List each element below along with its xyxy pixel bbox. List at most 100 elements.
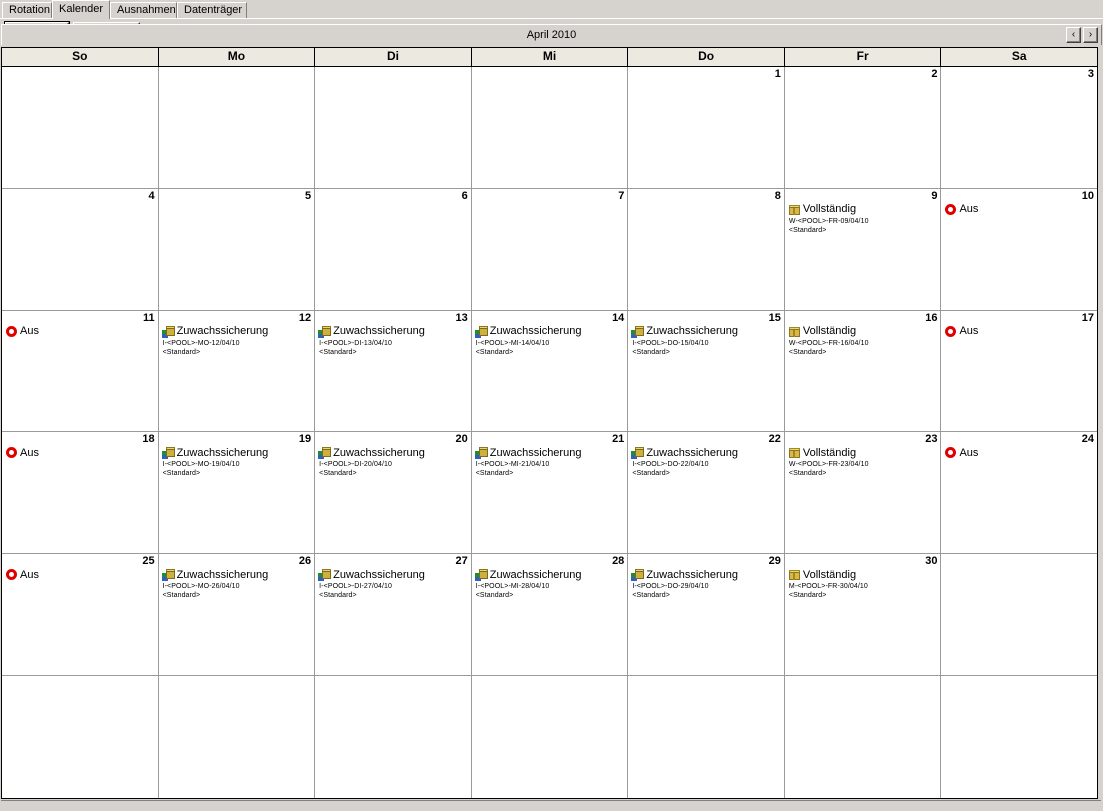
calendar-day-cell-23[interactable]: 23VollständigW-<POOL>-FR-23/04/10<Standa… (785, 432, 942, 553)
event-media-pool: <Standard> (475, 469, 626, 478)
calendar-event[interactable]: VollständigM-<POOL>-FR-30/04/10<Standard… (788, 568, 939, 600)
day-number: 30 (925, 555, 937, 568)
calendar-event[interactable]: VollständigW-<POOL>-FR-23/04/10<Standard… (788, 446, 939, 478)
calendar-event[interactable]: VollständigW-<POOL>-FR-16/04/10<Standard… (788, 325, 939, 357)
calendar-day-cell-17[interactable]: 17Aus (941, 311, 1097, 432)
calendar-day-cell-empty[interactable] (315, 67, 472, 188)
red-stop-circle-icon (944, 446, 959, 460)
calendar-day-cell-19[interactable]: 19ZuwachssicherungI-<POOL>-MO-19/04/10<S… (159, 432, 316, 553)
calendar-day-cell-26[interactable]: 26ZuwachssicherungI-<POOL>-MO-26/04/10<S… (159, 554, 316, 675)
calendar-day-cell-29[interactable]: 29ZuwachssicherungI-<POOL>-DO-29/04/10<S… (628, 554, 785, 675)
day-number: 11 (143, 312, 155, 325)
calendar-day-cell-25[interactable]: 25Aus (2, 554, 159, 675)
calendar-event[interactable]: ZuwachssicherungI-<POOL>-MO-26/04/10<Sta… (162, 568, 313, 600)
day-number: 20 (455, 433, 467, 446)
red-stop-circle-icon (5, 568, 20, 582)
calendar-day-cell-6[interactable]: 6 (315, 189, 472, 310)
calendar-day-cell-10[interactable]: 10Aus (941, 189, 1097, 310)
calendar-day-cell-empty[interactable] (2, 67, 159, 188)
calendar-window: Rotation Kalender Ausnahmen Datenträger … (0, 0, 1103, 811)
calendar-day-cell-empty[interactable] (2, 676, 159, 798)
calendar-event[interactable]: ZuwachssicherungI-<POOL>-DI-27/04/10<Sta… (318, 568, 469, 600)
calendar-day-cell-empty[interactable] (628, 676, 785, 798)
calendar-day-cell-8[interactable]: 8 (628, 189, 785, 310)
calendar-day-cell-empty[interactable] (472, 67, 629, 188)
calendar-event[interactable]: ZuwachssicherungI-<POOL>-MI-21/04/10<Sta… (475, 446, 626, 478)
calendar-day-cell-empty[interactable] (159, 676, 316, 798)
calendar-event[interactable]: Aus (5, 325, 156, 339)
event-media-pool: <Standard> (631, 348, 782, 357)
incremental-backup-icon (475, 568, 490, 582)
calendar-day-cell-3[interactable]: 3 (941, 67, 1097, 188)
calendar-day-cell-15[interactable]: 15ZuwachssicherungI-<POOL>-DO-15/04/10<S… (628, 311, 785, 432)
event-header: Zuwachssicherung (162, 446, 313, 460)
calendar-day-cell-5[interactable]: 5 (159, 189, 316, 310)
calendar-event[interactable]: Aus (5, 568, 156, 582)
calendar-day-cell-empty[interactable] (159, 67, 316, 188)
calendar-event[interactable]: ZuwachssicherungI-<POOL>-DO-29/04/10<Sta… (631, 568, 782, 600)
event-header: Zuwachssicherung (475, 568, 626, 582)
incremental-backup-icon (318, 325, 333, 339)
calendar-event[interactable]: VollständigW-<POOL>-FR-09/04/10<Standard… (788, 203, 939, 235)
calendar-day-cell-21[interactable]: 21ZuwachssicherungI-<POOL>-MI-21/04/10<S… (472, 432, 629, 553)
calendar-day-cell-14[interactable]: 14ZuwachssicherungI-<POOL>-MI-14/04/10<S… (472, 311, 629, 432)
calendar-day-cell-empty[interactable] (785, 676, 942, 798)
calendar-event[interactable]: ZuwachssicherungI-<POOL>-MI-28/04/10<Sta… (475, 568, 626, 600)
calendar-day-cell-empty[interactable] (941, 554, 1097, 675)
calendar-day-cell-20[interactable]: 20ZuwachssicherungI-<POOL>-DI-20/04/10<S… (315, 432, 472, 553)
calendar-day-cell-30[interactable]: 30VollständigM-<POOL>-FR-30/04/10<Standa… (785, 554, 942, 675)
calendar-day-cell-9[interactable]: 9VollständigW-<POOL>-FR-09/04/10<Standar… (785, 189, 942, 310)
calendar-day-cell-13[interactable]: 13ZuwachssicherungI-<POOL>-DI-13/04/10<S… (315, 311, 472, 432)
calendar-day-cell-22[interactable]: 22ZuwachssicherungI-<POOL>-DO-22/04/10<S… (628, 432, 785, 553)
calendar-day-cell-empty[interactable] (941, 676, 1097, 798)
tab-datentraeger[interactable]: Datenträger (177, 2, 247, 18)
calendar-day-cell-12[interactable]: 12ZuwachssicherungI-<POOL>-MO-12/04/10<S… (159, 311, 316, 432)
day-events: ZuwachssicherungI-<POOL>-MI-14/04/10<Sta… (475, 325, 626, 359)
calendar-event[interactable]: ZuwachssicherungI-<POOL>-MO-12/04/10<Sta… (162, 325, 313, 357)
calendar-day-cell-16[interactable]: 16VollständigW-<POOL>-FR-16/04/10<Standa… (785, 311, 942, 432)
red-stop-circle-icon (944, 203, 959, 217)
calendar-day-cell-24[interactable]: 24Aus (941, 432, 1097, 553)
day-events: ZuwachssicherungI-<POOL>-DO-29/04/10<Sta… (631, 568, 782, 602)
incremental-backup-icon (318, 446, 333, 460)
calendar-day-cell-28[interactable]: 28ZuwachssicherungI-<POOL>-MI-28/04/10<S… (472, 554, 629, 675)
calendar-day-cell-4[interactable]: 4 (2, 189, 159, 310)
event-header: Vollständig (788, 568, 939, 582)
event-header: Aus (5, 325, 156, 339)
calendar-day-cell-1[interactable]: 1 (628, 67, 785, 188)
calendar-day-cell-empty[interactable] (472, 676, 629, 798)
previous-month-button[interactable]: ‹ (1066, 27, 1081, 43)
calendar-event[interactable]: Aus (5, 446, 156, 460)
day-number: 28 (612, 555, 624, 568)
calendar-day-cell-27[interactable]: 27ZuwachssicherungI-<POOL>-DI-27/04/10<S… (315, 554, 472, 675)
calendar-day-cell-11[interactable]: 11Aus (2, 311, 159, 432)
next-month-button[interactable]: › (1083, 27, 1098, 43)
calendar-event[interactable]: ZuwachssicherungI-<POOL>-DI-13/04/10<Sta… (318, 325, 469, 357)
calendar-event[interactable]: Aus (944, 325, 1095, 339)
weekday-header-di: Di (315, 48, 472, 66)
calendar-event[interactable]: ZuwachssicherungI-<POOL>-MI-14/04/10<Sta… (475, 325, 626, 357)
calendar-day-cell-2[interactable]: 2 (785, 67, 942, 188)
calendar-event[interactable]: ZuwachssicherungI-<POOL>-DO-15/04/10<Sta… (631, 325, 782, 357)
event-media-pool: <Standard> (788, 591, 939, 600)
event-job-name: I-<POOL>-MI-14/04/10 (475, 339, 626, 348)
tab-kalender[interactable]: Kalender (52, 0, 110, 19)
day-events: ZuwachssicherungI-<POOL>-MI-21/04/10<Sta… (475, 446, 626, 480)
horizontal-scrollbar[interactable] (1, 800, 1101, 809)
event-title: Zuwachssicherung (646, 447, 738, 460)
calendar-day-cell-18[interactable]: 18Aus (2, 432, 159, 553)
calendar-day-cell-7[interactable]: 7 (472, 189, 629, 310)
tab-ausnahmen[interactable]: Ausnahmen (110, 2, 177, 18)
weekday-header-sa: Sa (941, 48, 1097, 66)
calendar-event[interactable]: Aus (944, 203, 1095, 217)
calendar-event[interactable]: ZuwachssicherungI-<POOL>-MO-19/04/10<Sta… (162, 446, 313, 478)
calendar-event[interactable]: ZuwachssicherungI-<POOL>-DO-22/04/10<Sta… (631, 446, 782, 478)
calendar-week-row: 456789VollständigW-<POOL>-FR-09/04/10<St… (2, 189, 1097, 311)
calendar-day-cell-empty[interactable] (315, 676, 472, 798)
incremental-backup-icon (631, 568, 646, 582)
event-header: Vollständig (788, 325, 939, 339)
calendar-event[interactable]: Aus (944, 446, 1095, 460)
tab-rotation[interactable]: Rotation (2, 2, 52, 18)
event-title: Zuwachssicherung (333, 325, 425, 338)
calendar-event[interactable]: ZuwachssicherungI-<POOL>-DI-20/04/10<Sta… (318, 446, 469, 478)
